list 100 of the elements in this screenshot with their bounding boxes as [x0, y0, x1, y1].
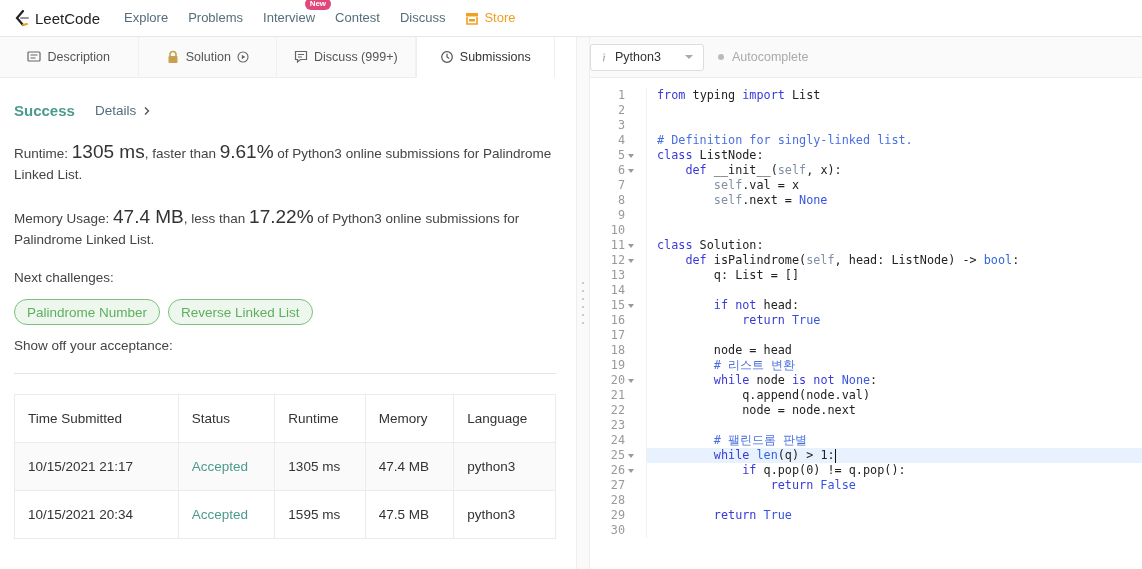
document-icon	[27, 50, 42, 64]
fold-arrow-icon[interactable]	[628, 168, 634, 173]
next-challenges-label: Next challenges:	[14, 270, 115, 285]
fold-arrow-icon[interactable]	[628, 303, 634, 308]
line-number: 17	[609, 328, 625, 343]
nav-link[interactable]: Discuss	[389, 8, 456, 28]
code-line: if not head:	[712, 298, 800, 313]
code-line: class Solution:	[656, 238, 764, 253]
code-line: node = node.next	[741, 403, 856, 418]
column-header: Language	[453, 394, 556, 443]
nav-link[interactable]: Problems	[178, 8, 254, 28]
line-number: 13	[609, 268, 625, 283]
code-line: while len(q) > 1:	[712, 448, 836, 463]
column-header: Status	[178, 394, 275, 443]
line-number: 14	[609, 283, 625, 298]
code-line: def isPalindrome(self, head: ListNode) -> bool:	[684, 253, 1020, 268]
line-number: 4	[616, 133, 625, 148]
nav-link[interactable]: Contest	[325, 8, 390, 28]
tab[interactable]: Discuss (999+)	[277, 37, 416, 77]
code-line: # 리스트 변환	[712, 358, 796, 373]
table-cell: Accepted	[178, 442, 275, 491]
table-cell: 1595 ms	[274, 490, 366, 539]
line-number: 18	[609, 343, 625, 358]
fold-arrow-icon[interactable]	[628, 243, 634, 248]
line-number: 3	[616, 118, 625, 133]
column-header: Time Submitted	[14, 394, 179, 443]
logo-icon	[14, 9, 29, 27]
line-number: 19	[609, 358, 625, 373]
play-icon	[236, 51, 249, 63]
line-number: 10	[609, 223, 625, 238]
table-cell: 47.4 MB	[365, 442, 454, 491]
line-number: 6	[616, 163, 625, 178]
caret-icon	[685, 55, 693, 59]
clock-icon	[439, 50, 454, 64]
brand-name[interactable]: LeetCode	[35, 9, 101, 27]
table-cell: Accepted	[178, 490, 275, 539]
code-line: # 팰린드롬 판별	[712, 433, 808, 448]
code-line: return False	[769, 478, 856, 493]
shop-icon	[465, 11, 480, 25]
line-number: 16	[609, 313, 625, 328]
nav-link[interactable]: Explore	[114, 8, 179, 28]
table-cell: python3	[453, 442, 556, 491]
fold-arrow-icon[interactable]	[628, 378, 634, 383]
code-line: node = head	[712, 343, 792, 358]
line-number: 20	[609, 373, 625, 388]
fold-arrow-icon[interactable]	[628, 468, 634, 473]
share-label: Show off your acceptance:	[14, 338, 174, 353]
line-number: 5	[616, 148, 625, 163]
memory-text: Memory Usage: 47.4 MB, less than 17.22% of Python3 online submissions for Palindrome Linked List.	[14, 206, 521, 249]
line-number: 12	[609, 253, 625, 268]
language-select[interactable]: Python3	[590, 43, 704, 71]
code-line: q: List = []	[712, 268, 800, 283]
fold-arrow-icon[interactable]	[628, 453, 634, 458]
resize-handle[interactable]	[581, 281, 585, 325]
line-number: 8	[616, 193, 625, 208]
line-number: 28	[609, 493, 625, 508]
tab[interactable]: Description	[0, 37, 139, 77]
nav-link[interactable]: Interview	[253, 8, 326, 28]
line-number: 21	[609, 388, 625, 403]
line-number: 22	[609, 403, 625, 418]
code-line: while node is not None:	[712, 373, 878, 388]
text-cursor	[834, 448, 836, 463]
info-icon	[601, 51, 607, 63]
line-number: 11	[609, 238, 625, 253]
tab[interactable]: Submissions	[415, 37, 555, 78]
line-number: 7	[616, 178, 625, 193]
table-cell: python3	[453, 490, 556, 539]
line-number: 15	[609, 298, 625, 313]
fold-arrow-icon[interactable]	[628, 258, 634, 263]
line-number: 26	[609, 463, 625, 478]
new-badge: New	[304, 0, 332, 10]
line-number: 9	[616, 208, 625, 223]
chevron-icon	[143, 105, 151, 116]
code-line: return True	[712, 508, 792, 523]
fold-arrow-icon[interactable]	[628, 153, 634, 158]
code-line: self.val = x	[712, 178, 800, 193]
table-cell: 47.5 MB	[365, 490, 454, 539]
line-number: 25	[609, 448, 625, 463]
line-number: 1	[616, 88, 625, 103]
line-number: 2	[616, 103, 625, 118]
comment-icon	[293, 50, 308, 64]
tab[interactable]: Solution	[138, 37, 277, 77]
code-line: if q.pop(0) != q.pop():	[741, 463, 906, 478]
code-line: # Definition for singly-linked list.	[656, 133, 913, 148]
table-cell: 1305 ms	[274, 442, 366, 491]
code-line: self.next = None	[712, 193, 828, 208]
line-number: 27	[609, 478, 625, 493]
code-line: def __init__(self, x):	[684, 163, 842, 178]
code-line: class ListNode:	[656, 148, 764, 163]
line-number: 23	[609, 418, 625, 433]
code-line: q.append(node.val)	[741, 388, 871, 403]
line-number: 24	[609, 433, 625, 448]
column-header: Memory	[365, 394, 454, 443]
line-number: 29	[609, 508, 625, 523]
column-header: Runtime	[274, 394, 366, 443]
code-line: return True	[741, 313, 821, 328]
details-link[interactable]: Details	[94, 103, 151, 118]
table-cell: 10/15/2021 20:34	[14, 490, 179, 539]
code-line: from typing import List	[656, 88, 821, 103]
table-cell: 10/15/2021 21:17	[14, 442, 179, 491]
